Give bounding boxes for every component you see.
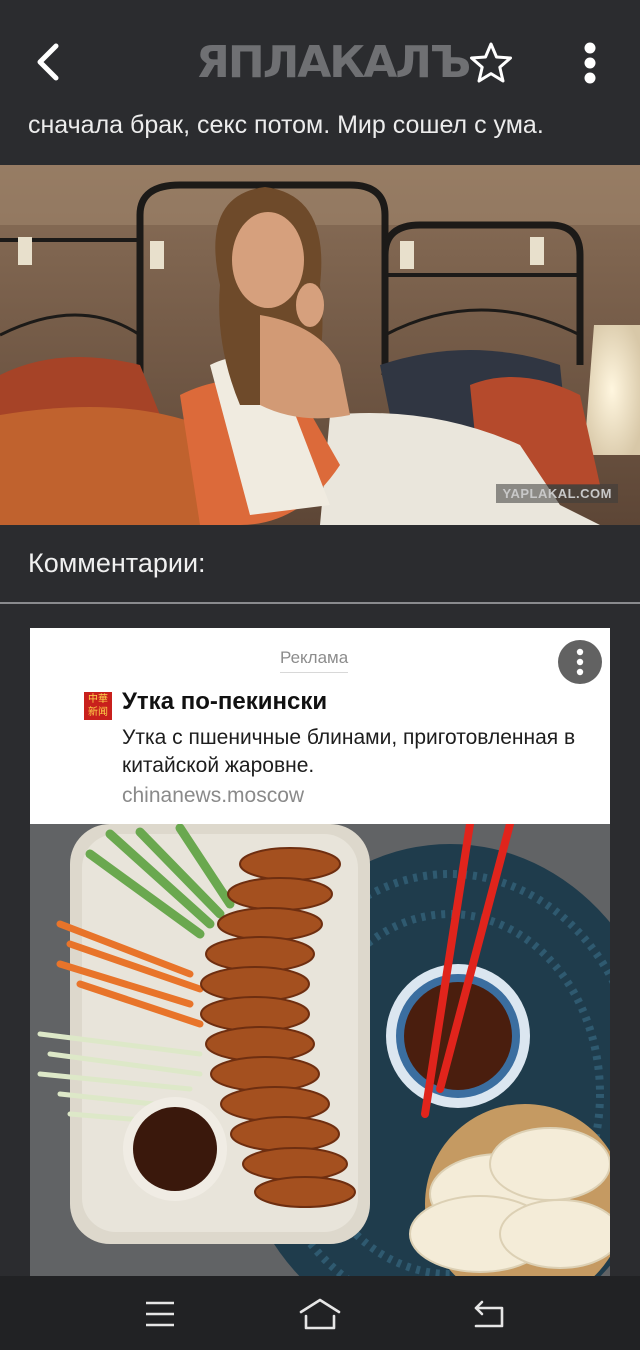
- ad-options-button[interactable]: [558, 640, 602, 684]
- chevron-left-icon: [37, 43, 59, 81]
- back-button[interactable]: [30, 38, 70, 86]
- system-navigation-bar: [0, 1276, 640, 1350]
- ad-domain-link[interactable]: chinanews.moscow: [122, 784, 304, 808]
- ad-description: Утка с пшеничные блинами, приготовленная…: [122, 726, 576, 777]
- post-image[interactable]: YAPLAKAL.COM: [0, 165, 640, 525]
- post-text: сначала брак, секс потом. Мир сошел с ум…: [28, 111, 544, 139]
- ad-card[interactable]: Реклама 中華新闻 Утка по-пекински Утка с пше…: [30, 628, 610, 1288]
- vertical-dots-icon: [584, 42, 596, 84]
- image-watermark: YAPLAKAL.COM: [496, 484, 618, 503]
- home-button[interactable]: [298, 1294, 342, 1334]
- site-logo[interactable]: ЯПЛАКАЛЪ: [196, 40, 471, 86]
- ad-image[interactable]: [30, 820, 610, 1288]
- top-bar: ЯПЛАКАЛЪ: [0, 0, 640, 112]
- star-outline-icon: [470, 42, 512, 83]
- more-options-button[interactable]: [574, 40, 606, 86]
- recent-apps-button[interactable]: [140, 1294, 180, 1334]
- post-photo-graphic: [0, 165, 640, 525]
- comments-heading: Комментарии:: [28, 548, 206, 578]
- ad-label: Реклама: [280, 648, 349, 673]
- home-icon: [299, 1298, 341, 1330]
- divider: [0, 602, 640, 604]
- ad-title[interactable]: Утка по-пекински: [122, 688, 327, 716]
- favorite-button[interactable]: [468, 40, 514, 86]
- system-back-button[interactable]: [468, 1294, 508, 1334]
- ad-photo-graphic: [30, 820, 610, 1288]
- back-icon: [474, 1300, 504, 1328]
- advertiser-logo: 中華新闻: [84, 692, 112, 720]
- vertical-dots-icon: [576, 648, 584, 676]
- menu-icon: [146, 1301, 174, 1327]
